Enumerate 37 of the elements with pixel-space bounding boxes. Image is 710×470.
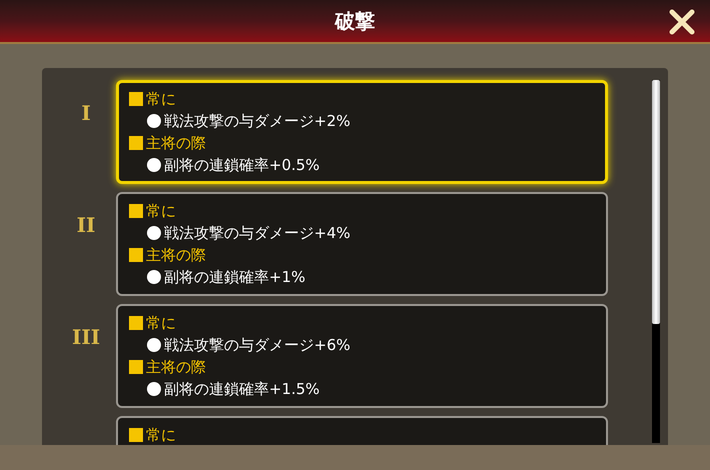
circle-bullet-icon	[147, 114, 161, 128]
tier-numeral: II	[76, 212, 96, 239]
scrollbar-thumb[interactable]	[652, 80, 660, 324]
effect-text: 戦法攻撃の与ダメージ+2%	[164, 110, 350, 132]
square-bullet-icon	[129, 136, 143, 150]
effect-text: 副将の連鎖確率+0.5%	[164, 154, 320, 176]
close-icon	[668, 8, 696, 36]
section-heading: 常に	[146, 424, 176, 445]
tier-numeral: I	[80, 100, 92, 127]
section-heading: 主将の際	[146, 132, 206, 154]
circle-bullet-icon	[147, 338, 161, 352]
square-bullet-icon	[129, 204, 143, 218]
tier-card[interactable]: 常に 戦法攻撃の与ダメージ+2% 主将の際 副将の連鎖確率+0.5%	[116, 80, 608, 184]
section-heading: 主将の際	[146, 356, 206, 378]
section-heading: 常に	[146, 312, 176, 334]
square-bullet-icon	[129, 92, 143, 106]
effect-text: 戦法攻撃の与ダメージ+4%	[164, 222, 350, 244]
effect-text: 副将の連鎖確率+1.5%	[164, 378, 320, 400]
square-bullet-icon	[129, 248, 143, 262]
window-title: 破撃	[335, 8, 375, 35]
circle-bullet-icon	[147, 270, 161, 284]
circle-bullet-icon	[147, 226, 161, 240]
tier-card[interactable]: 常に 戦法攻撃の与ダメージ+6% 主将の際 副将の連鎖確率+1.5%	[116, 304, 608, 408]
tier-card[interactable]: 常に	[116, 416, 608, 445]
section-heading: 主将の際	[146, 244, 206, 266]
circle-bullet-icon	[147, 158, 161, 172]
circle-bullet-icon	[147, 382, 161, 396]
effect-text: 戦法攻撃の与ダメージ+6%	[164, 334, 350, 356]
effect-text: 副将の連鎖確率+1%	[164, 266, 306, 288]
scrollbar[interactable]	[652, 80, 660, 443]
square-bullet-icon	[129, 360, 143, 374]
section-heading: 常に	[146, 88, 176, 110]
tier-card[interactable]: 常に 戦法攻撃の与ダメージ+4% 主将の際 副将の連鎖確率+1%	[116, 192, 608, 296]
square-bullet-icon	[129, 316, 143, 330]
section-heading: 常に	[146, 200, 176, 222]
tier-numeral: III	[72, 324, 100, 351]
square-bullet-icon	[129, 428, 143, 442]
